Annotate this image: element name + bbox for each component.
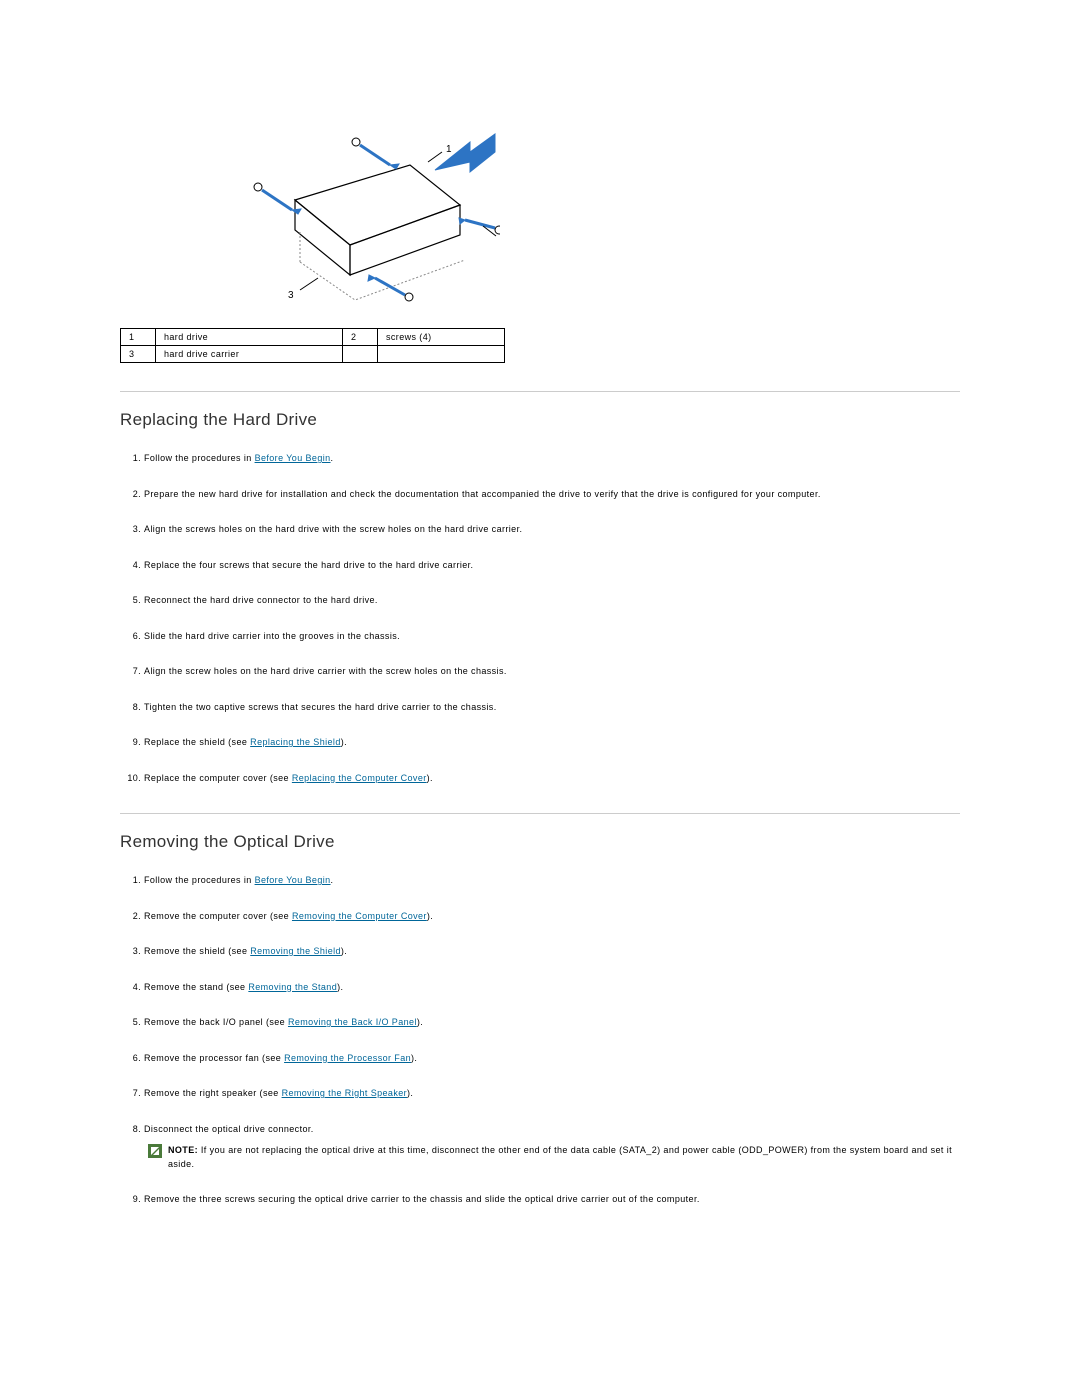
- link-removing-the-stand[interactable]: Removing the Stand: [248, 982, 337, 992]
- section-heading-removing-optical-drive: Removing the Optical Drive: [120, 832, 960, 852]
- page: 1 2 3 1 hard drive 2 screws (4) 3 hard d…: [0, 0, 1080, 1397]
- link-before-you-begin[interactable]: Before You Begin: [255, 453, 331, 463]
- link-replacing-the-computer-cover[interactable]: Replacing the Computer Cover: [292, 773, 427, 783]
- step: Remove the back I/O panel (see Removing …: [144, 1016, 960, 1030]
- direction-arrow-icon: [435, 134, 495, 172]
- table-cell: [378, 346, 505, 363]
- step: Remove the right speaker (see Removing t…: [144, 1087, 960, 1101]
- link-removing-the-processor-fan[interactable]: Removing the Processor Fan: [284, 1053, 411, 1063]
- step: Follow the procedures in Before You Begi…: [144, 874, 960, 888]
- step: Follow the procedures in Before You Begi…: [144, 452, 960, 466]
- step: Reconnect the hard drive connector to th…: [144, 594, 960, 608]
- step: Tighten the two captive screws that secu…: [144, 701, 960, 715]
- divider: [120, 391, 960, 392]
- note-text: NOTE: If you are not replacing the optic…: [168, 1144, 960, 1171]
- step: Replace the computer cover (see Replacin…: [144, 772, 960, 786]
- step: Align the screws holes on the hard drive…: [144, 523, 960, 537]
- step: Slide the hard drive carrier into the gr…: [144, 630, 960, 644]
- hard-drive-diagram: 1 2 3: [200, 120, 500, 320]
- table-cell: screws (4): [378, 329, 505, 346]
- step: Prepare the new hard drive for installat…: [144, 488, 960, 502]
- step: Replace the four screws that secure the …: [144, 559, 960, 573]
- steps-removing-optical-drive: Follow the procedures in Before You Begi…: [144, 874, 960, 1207]
- note-box: NOTE: If you are not replacing the optic…: [148, 1144, 960, 1171]
- step: Disconnect the optical drive connector. …: [144, 1123, 960, 1172]
- step: Remove the three screws securing the opt…: [144, 1193, 960, 1207]
- link-removing-the-computer-cover[interactable]: Removing the Computer Cover: [292, 911, 427, 921]
- diagram-container: 1 2 3: [120, 0, 960, 320]
- callout-table: 1 hard drive 2 screws (4) 3 hard drive c…: [120, 328, 505, 363]
- note-icon: [148, 1144, 162, 1158]
- steps-replacing-hard-drive: Follow the procedures in Before You Begi…: [144, 452, 960, 785]
- step: Remove the shield (see Removing the Shie…: [144, 945, 960, 959]
- link-removing-the-right-speaker[interactable]: Removing the Right Speaker: [282, 1088, 407, 1098]
- link-replacing-the-shield[interactable]: Replacing the Shield: [250, 737, 341, 747]
- section-heading-replacing-hard-drive: Replacing the Hard Drive: [120, 410, 960, 430]
- table-cell: 1: [121, 329, 156, 346]
- callout-3: 3: [288, 290, 294, 301]
- link-removing-the-back-io-panel[interactable]: Removing the Back I/O Panel: [288, 1017, 417, 1027]
- table-cell: 3: [121, 346, 156, 363]
- step: Remove the processor fan (see Removing t…: [144, 1052, 960, 1066]
- step: Remove the computer cover (see Removing …: [144, 910, 960, 924]
- link-before-you-begin[interactable]: Before You Begin: [255, 875, 331, 885]
- link-removing-the-shield[interactable]: Removing the Shield: [250, 946, 341, 956]
- table-cell: hard drive carrier: [156, 346, 343, 363]
- table-cell: [343, 346, 378, 363]
- step: Replace the shield (see Replacing the Sh…: [144, 736, 960, 750]
- callout-1: 1: [446, 144, 452, 155]
- table-cell: 2: [343, 329, 378, 346]
- table-cell: hard drive: [156, 329, 343, 346]
- step: Remove the stand (see Removing the Stand…: [144, 981, 960, 995]
- step: Align the screw holes on the hard drive …: [144, 665, 960, 679]
- divider: [120, 813, 960, 814]
